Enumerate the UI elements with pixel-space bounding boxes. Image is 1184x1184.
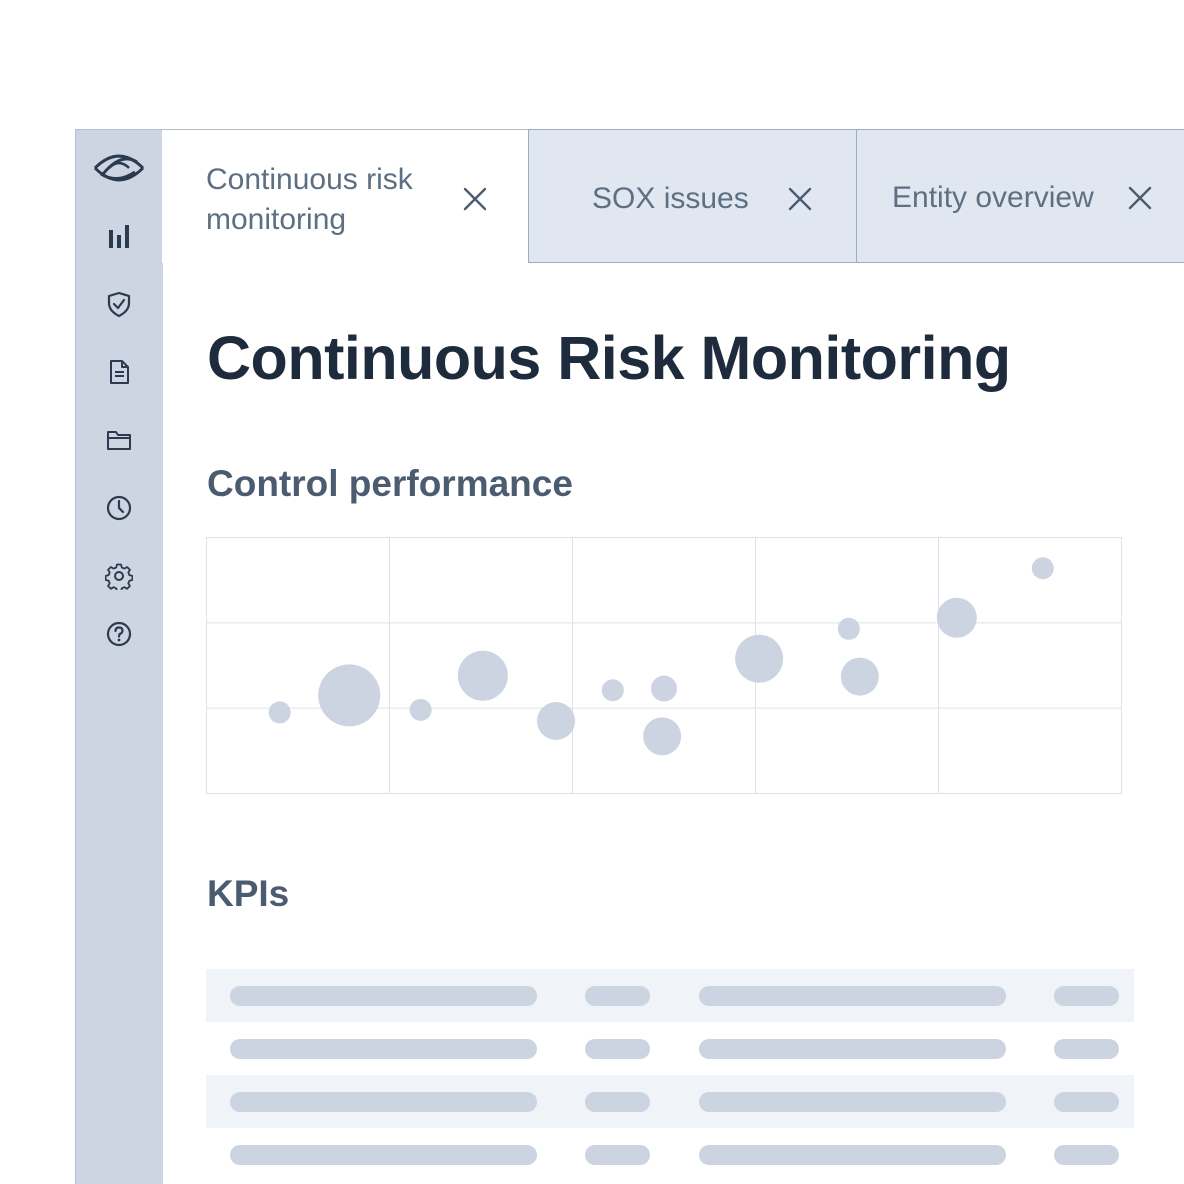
skeleton-cell (699, 1145, 1006, 1165)
tab-sox-issues[interactable]: SOX issues (528, 129, 857, 263)
chart-bubble[interactable] (318, 664, 381, 727)
chart-bubble[interactable] (268, 701, 291, 724)
help-icon[interactable] (101, 616, 137, 652)
chart-bubble[interactable] (735, 634, 784, 683)
skeleton-cell (1054, 1145, 1119, 1165)
skeleton-cell (585, 1145, 650, 1165)
skeleton-cell (1054, 1092, 1119, 1112)
skeleton-cell (230, 1039, 537, 1059)
skeleton-cell (699, 1039, 1006, 1059)
page-title: Continuous Risk Monitoring (207, 324, 1011, 392)
chart-bubble[interactable] (1031, 557, 1054, 580)
document-icon[interactable] (101, 354, 137, 390)
bar-chart-icon[interactable] (101, 218, 137, 254)
chart-bubble[interactable] (537, 701, 576, 740)
chart-bubble[interactable] (936, 597, 977, 638)
table-row[interactable] (206, 969, 1134, 1022)
clock-icon[interactable] (101, 490, 137, 526)
chart-bubble[interactable] (409, 698, 432, 721)
skeleton-cell (230, 986, 537, 1006)
control-performance-chart (206, 537, 1122, 794)
skeleton-cell (585, 1092, 650, 1112)
chart-bubble[interactable] (457, 650, 508, 701)
skeleton-cell (585, 1039, 650, 1059)
skeleton-cell (699, 1092, 1006, 1112)
table-row[interactable] (206, 1075, 1134, 1128)
section-title-kpis: KPIs (207, 873, 290, 914)
kpi-table (206, 969, 1134, 1181)
gear-icon[interactable] (101, 558, 137, 594)
chart-bubble[interactable] (643, 717, 682, 756)
tab-bar: Continuous risk monitoring SOX issues En… (162, 129, 1184, 263)
logo-icon (93, 148, 145, 188)
tab-continuous-risk-monitoring[interactable]: Continuous risk monitoring (162, 129, 529, 263)
tab-label: Entity overview (892, 181, 1094, 214)
section-title-control-performance: Control performance (207, 463, 573, 504)
chart-bubble[interactable] (601, 679, 624, 702)
tab-label: SOX issues (592, 182, 749, 215)
skeleton-cell (230, 1145, 537, 1165)
tab-entity-overview[interactable]: Entity overview (856, 129, 1184, 263)
sidebar (75, 129, 163, 1184)
skeleton-cell (1054, 986, 1119, 1006)
table-row[interactable] (206, 1022, 1134, 1075)
folder-icon[interactable] (101, 422, 137, 458)
skeleton-cell (1054, 1039, 1119, 1059)
chart-bubble[interactable] (651, 675, 677, 702)
skeleton-cell (699, 986, 1006, 1006)
chart-bubble[interactable] (840, 657, 879, 696)
table-row[interactable] (206, 1128, 1134, 1181)
tab-label: Continuous risk monitoring (206, 163, 413, 236)
close-icon[interactable] (460, 184, 490, 214)
skeleton-cell (230, 1092, 537, 1112)
close-icon[interactable] (785, 184, 815, 214)
shield-check-icon[interactable] (101, 286, 137, 322)
skeleton-cell (585, 986, 650, 1006)
chart-bubble[interactable] (837, 617, 860, 640)
close-icon[interactable] (1125, 183, 1155, 213)
